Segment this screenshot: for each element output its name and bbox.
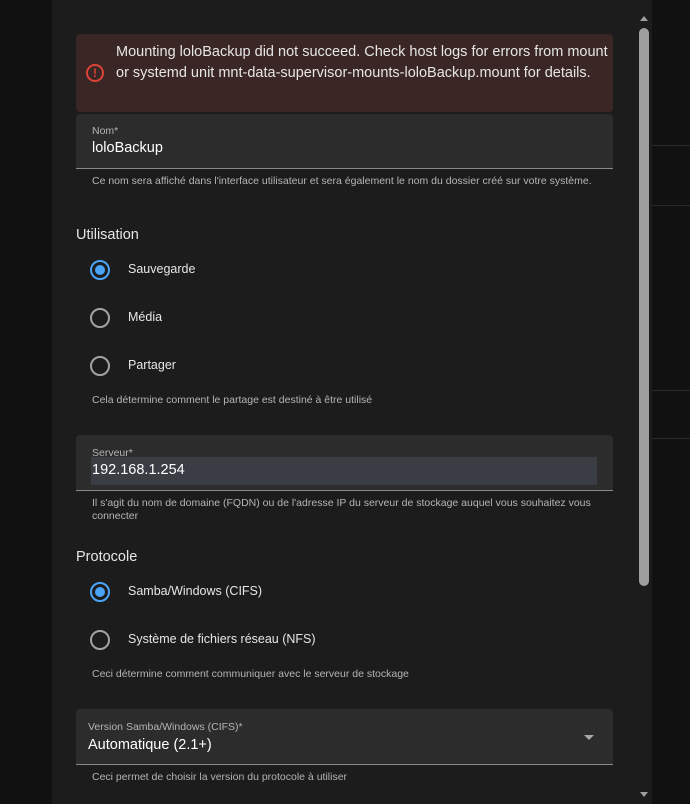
background-divider	[652, 145, 690, 146]
radio-label: Samba/Windows (CIFS)	[128, 584, 263, 598]
chevron-down-icon[interactable]	[584, 735, 594, 740]
background-divider	[652, 390, 690, 391]
radio-button[interactable]	[90, 356, 110, 376]
name-field-label: Nom*	[92, 125, 119, 137]
usage-helper: Cela détermine comment le partage est de…	[92, 394, 373, 406]
error-circle-icon: !	[86, 64, 104, 82]
scroll-up-icon[interactable]	[640, 16, 648, 21]
usage-title: Utilisation	[76, 227, 139, 243]
background-divider	[652, 438, 690, 439]
name-field[interactable]: Nom* loloBackup	[76, 114, 613, 169]
radio-usage-share[interactable]: Partager	[90, 356, 390, 378]
radio-label: Sauvegarde	[128, 262, 196, 276]
radio-button[interactable]	[90, 308, 110, 328]
background-right	[652, 0, 690, 804]
server-field-value[interactable]: 192.168.1.254	[92, 462, 185, 478]
protocol-helper: Ceci détermine comment communiquer avec …	[92, 668, 409, 680]
scrollbar[interactable]	[636, 8, 652, 804]
error-alert-message: Mounting loloBackup did not succeed. Che…	[116, 44, 608, 81]
radio-button[interactable]	[90, 630, 110, 650]
name-field-value[interactable]: loloBackup	[92, 140, 163, 156]
radio-usage-media[interactable]: Média	[90, 308, 390, 330]
protocol-title: Protocole	[76, 549, 138, 565]
radio-usage-backup[interactable]: Sauvegarde	[90, 260, 390, 282]
cifs-version-value: Automatique (2.1+)	[88, 737, 212, 753]
scrollbar-thumb[interactable]	[639, 28, 649, 586]
server-field-label: Serveur*	[92, 447, 133, 459]
radio-label: Média	[128, 310, 163, 324]
radio-protocol-nfs[interactable]: Système de fichiers réseau (NFS)	[90, 630, 390, 652]
cifs-version-label: Version Samba/Windows (CIFS)*	[88, 721, 243, 733]
cifs-version-helper: Ceci permet de choisir la version du pro…	[92, 771, 348, 783]
radio-protocol-cifs[interactable]: Samba/Windows (CIFS)	[90, 582, 390, 604]
radio-button[interactable]	[90, 582, 110, 602]
mount-dialog: ! Mounting loloBackup did not succeed. C…	[52, 0, 652, 804]
server-field[interactable]: Serveur* 192.168.1.254	[76, 435, 613, 491]
server-field-helper: Il s'agit du nom de domaine (FQDN) ou de…	[92, 497, 591, 522]
cifs-version-select[interactable]: Version Samba/Windows (CIFS)* Automatiqu…	[76, 709, 613, 765]
radio-label: Partager	[128, 358, 176, 372]
scroll-down-icon[interactable]	[640, 792, 648, 797]
name-field-helper: Ce nom sera affiché dans l'interface uti…	[92, 175, 592, 187]
radio-label: Système de fichiers réseau (NFS)	[128, 632, 316, 646]
error-alert: ! Mounting loloBackup did not succeed. C…	[76, 34, 613, 112]
background-left	[0, 0, 52, 804]
radio-button[interactable]	[90, 260, 110, 280]
background-divider	[652, 205, 690, 206]
